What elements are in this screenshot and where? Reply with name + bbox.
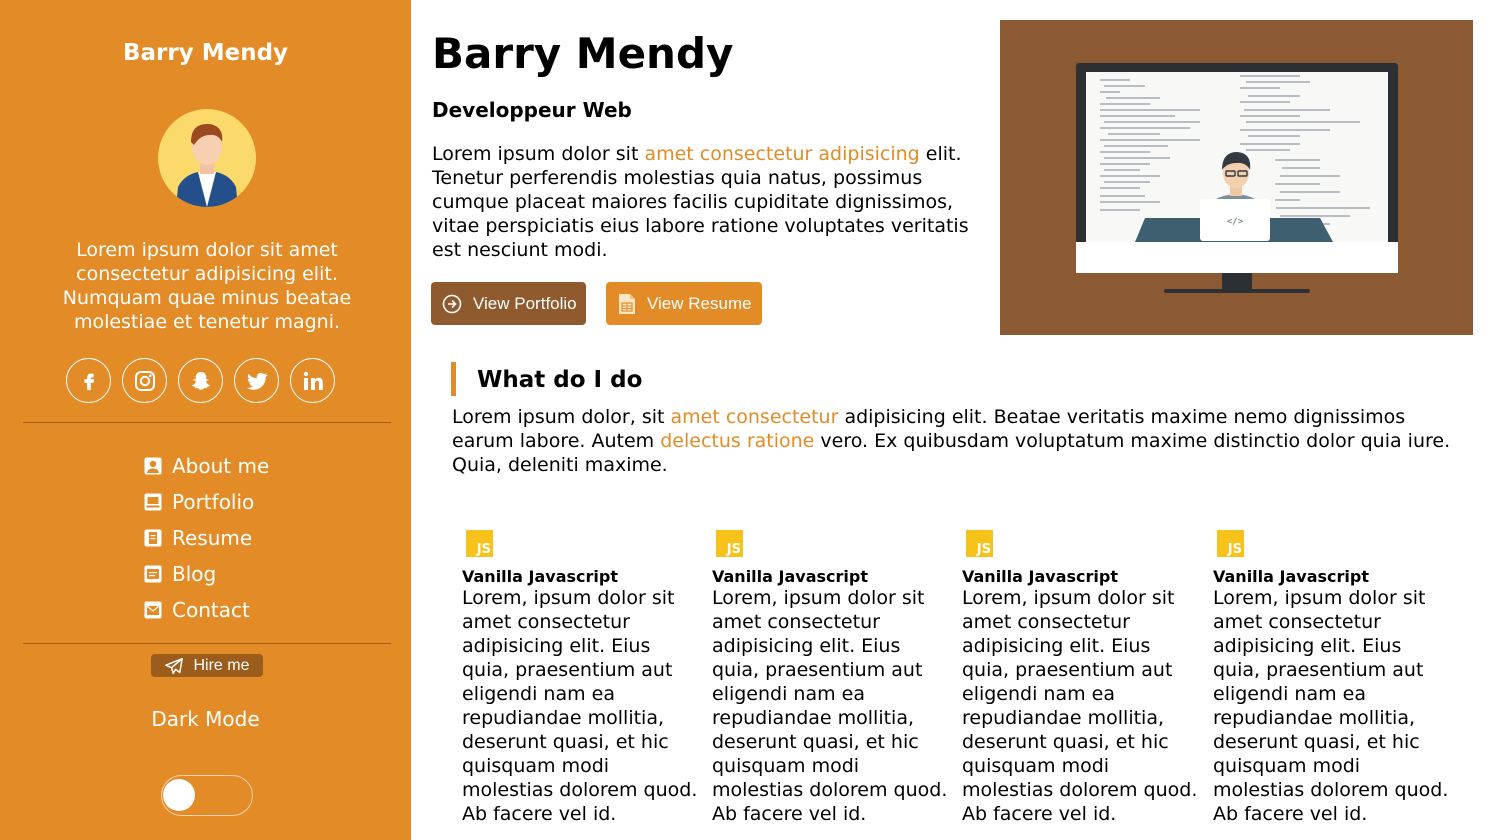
facebook-icon <box>83 373 94 390</box>
javascript-icon: JS <box>716 530 743 557</box>
hire-me-label: Hire me <box>193 656 250 674</box>
facebook-link[interactable] <box>66 358 111 403</box>
page-title: Barry Mendy <box>432 29 734 78</box>
nav-label: About me <box>172 454 270 478</box>
card-title: Vanilla Javascript <box>962 567 1118 586</box>
avatar <box>158 109 256 207</box>
js-badge-label: JS <box>976 542 991 557</box>
intro-text-start: Lorem ipsum dolor sit <box>432 143 645 165</box>
section-text-part: Lorem ipsum dolor, sit <box>452 406 671 428</box>
card-text: Lorem, ipsum dolor sit amet consectetur … <box>712 587 948 825</box>
view-portfolio-button[interactable]: View Portfolio <box>431 282 586 325</box>
view-portfolio-label: View Portfolio <box>473 293 577 313</box>
intro-highlight: amet consectetur adipisicing <box>644 143 920 165</box>
svg-text:</>: </> <box>1227 217 1244 227</box>
developer-monitor-illustration: </> <box>1076 63 1398 293</box>
paper-plane-icon <box>165 657 184 674</box>
nav-item-resume[interactable]: Resume <box>144 520 269 556</box>
user-icon <box>144 457 162 475</box>
sidebar-nav: About me Portfolio Resume Blog Contact <box>144 448 269 628</box>
sidebar-divider <box>23 643 391 644</box>
twitter-link[interactable] <box>234 358 279 403</box>
card-text: Lorem, ipsum dolor sit amet consectetur … <box>462 587 698 825</box>
section-title: What do I do <box>477 367 643 393</box>
twitter-icon <box>246 372 268 390</box>
instagram-icon <box>134 370 155 391</box>
arrow-circle-right-icon <box>442 294 462 314</box>
avatar-illustration <box>176 123 256 207</box>
section-text: Lorem ipsum dolor, sit amet consectetur … <box>452 405 1462 477</box>
linkedin-link[interactable] <box>290 358 335 403</box>
javascript-icon: JS <box>466 530 493 557</box>
snapchat-icon <box>191 371 210 390</box>
nav-item-portfolio[interactable]: Portfolio <box>144 484 269 520</box>
sidebar-name: Barry Mendy <box>122 40 289 66</box>
nav-label: Resume <box>172 526 253 550</box>
nav-label: Contact <box>172 598 250 622</box>
js-badge-label: JS <box>476 542 491 557</box>
dark-mode-toggle[interactable] <box>161 775 253 816</box>
toggle-knob <box>163 779 195 811</box>
card-title: Vanilla Javascript <box>1213 567 1369 586</box>
laptop-icon <box>144 493 162 511</box>
javascript-icon: JS <box>966 530 993 557</box>
section-highlight: amet consectetur <box>670 406 839 428</box>
card-text: Lorem, ipsum dolor sit amet consectetur … <box>962 587 1198 825</box>
js-badge-label: JS <box>726 542 741 557</box>
snapchat-link[interactable] <box>178 358 223 403</box>
nav-label: Portfolio <box>172 490 255 514</box>
javascript-icon: JS <box>1217 530 1244 557</box>
file-icon <box>144 529 162 547</box>
section-highlight: delectus ratione <box>660 430 815 452</box>
nav-item-contact[interactable]: Contact <box>144 592 269 628</box>
skill-card: JS Vanilla Javascript Lorem, ipsum dolor… <box>962 530 1202 826</box>
nav-item-about[interactable]: About me <box>144 448 269 484</box>
nav-label: Blog <box>172 562 217 586</box>
card-text: Lorem, ipsum dolor sit amet consectetur … <box>1213 587 1449 825</box>
skill-card: JS Vanilla Javascript Lorem, ipsum dolor… <box>1213 530 1453 826</box>
section-accent-bar <box>451 362 456 396</box>
blog-icon <box>144 565 162 583</box>
sidebar: Barry Mendy Lorem ipsum dolor sit amet c… <box>0 0 411 840</box>
sidebar-bio: Lorem ipsum dolor sit amet consectetur a… <box>62 239 352 333</box>
page-subtitle: Developpeur Web <box>432 98 632 122</box>
card-title: Vanilla Javascript <box>712 567 868 586</box>
dark-mode-label: Dark Mode <box>151 707 260 731</box>
instagram-link[interactable] <box>122 358 167 403</box>
view-resume-label: View Resume <box>647 293 752 313</box>
view-resume-button[interactable]: View Resume <box>606 282 762 325</box>
card-title: Vanilla Javascript <box>462 567 618 586</box>
skill-card: JS Vanilla Javascript Lorem, ipsum dolor… <box>462 530 702 826</box>
hero-image: </> <box>1000 20 1473 335</box>
nav-item-blog[interactable]: Blog <box>144 556 269 592</box>
intro-text: Lorem ipsum dolor sit amet consectetur a… <box>432 142 972 262</box>
envelope-icon <box>144 601 162 619</box>
js-badge-label: JS <box>1227 542 1242 557</box>
spreadsheet-icon <box>618 293 636 315</box>
sidebar-divider <box>23 422 391 423</box>
social-links <box>66 358 335 403</box>
hire-me-button[interactable]: Hire me <box>151 654 263 677</box>
skill-card: JS Vanilla Javascript Lorem, ipsum dolor… <box>712 530 952 826</box>
linkedin-icon <box>303 371 323 390</box>
